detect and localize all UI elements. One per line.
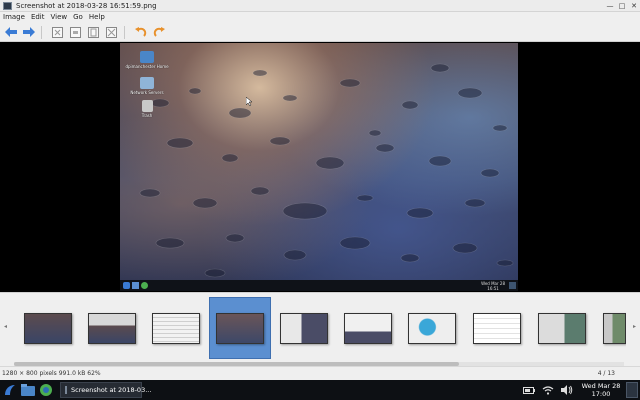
mouse-pointer-icon — [246, 97, 253, 106]
thumbnail[interactable] — [145, 297, 207, 359]
thumbnail[interactable] — [596, 297, 626, 359]
image-position: 4 / 13 — [597, 370, 615, 377]
system-tray: Wed Mar 28 17:00 — [517, 380, 640, 400]
captured-panel: Wed Mar 28 16:51 — [120, 280, 518, 291]
minimize-button[interactable]: — — [606, 0, 614, 12]
file-manager-icon[interactable] — [20, 382, 36, 398]
menu-go[interactable]: Go — [70, 12, 86, 23]
menu-help[interactable]: Help — [86, 12, 108, 23]
menu-bar: Image Edit View Go Help — [0, 12, 640, 23]
rotate-right-icon[interactable] — [151, 25, 166, 40]
thumbnail-image — [280, 312, 328, 344]
captured-browser-icon — [141, 282, 148, 289]
show-desktop-button[interactable] — [626, 382, 638, 398]
home-folder-icon — [140, 51, 154, 63]
desktop-icon-label: dpimanchester Home — [125, 64, 169, 69]
trash-icon — [141, 100, 153, 112]
volume-icon[interactable] — [560, 383, 574, 397]
desktop-icon-label: Trash — [141, 113, 153, 118]
thumbnail[interactable] — [273, 297, 335, 359]
battery-icon[interactable] — [522, 383, 536, 397]
taskbar-clock[interactable]: Wed Mar 28 17:00 — [580, 382, 622, 398]
thumbnail[interactable] — [466, 297, 528, 359]
maximize-button[interactable]: □ — [618, 0, 626, 12]
water-droplets-texture — [139, 63, 514, 278]
menu-image[interactable]: Image — [0, 12, 28, 23]
thumbnail[interactable] — [337, 297, 399, 359]
image-viewer-app-icon — [3, 1, 12, 10]
thumbnail-image — [216, 312, 264, 344]
wifi-icon[interactable] — [541, 383, 555, 397]
captured-launcher-icon — [123, 282, 130, 289]
image-display-area[interactable]: dpimanchester Home Network Servers Trash… — [0, 42, 640, 292]
thumbnail[interactable] — [401, 297, 463, 359]
zoom-fit-icon[interactable] — [50, 25, 65, 40]
thumbnail-image — [408, 312, 456, 344]
image-viewer-task-icon — [65, 386, 67, 394]
clock-time: 17:00 — [591, 390, 611, 398]
web-browser-icon[interactable] — [38, 382, 54, 398]
thumbnail-image — [538, 312, 586, 344]
thumbnail-image — [24, 312, 72, 344]
forward-arrow-icon[interactable] — [21, 25, 36, 40]
network-icon — [140, 77, 154, 89]
back-arrow-icon[interactable] — [3, 25, 18, 40]
captured-show-desktop-icon — [509, 282, 516, 289]
status-bar: 1280 × 800 pixels 991.0 kB 62% 4 / 13 — [0, 366, 640, 380]
clock-day: Wed Mar 28 — [581, 382, 621, 390]
thumbnail-image — [344, 312, 392, 344]
menu-view[interactable]: View — [48, 12, 71, 23]
thumbnail[interactable] — [81, 297, 143, 359]
desktop-icon-label: Network Servers — [130, 90, 164, 95]
thumbnail-image — [473, 312, 521, 344]
scroll-right-icon[interactable]: ▸ — [633, 323, 636, 330]
displayed-image[interactable]: dpimanchester Home Network Servers Trash… — [120, 43, 518, 291]
captured-folder-icon — [132, 282, 139, 289]
captured-clock-time: 16:51 — [487, 286, 499, 291]
image-info: 1280 × 800 pixels 991.0 kB 62% — [2, 370, 101, 377]
zoom-in-icon[interactable] — [86, 25, 101, 40]
title-bar[interactable]: Screenshot at 2018-03-28 16:51:59.png — … — [0, 0, 640, 12]
desktop-icon-network[interactable]: Network Servers — [120, 77, 177, 95]
toolbar — [0, 23, 640, 42]
thumbnail-selected[interactable] — [209, 297, 271, 359]
window-controls: — □ ✕ — [606, 0, 638, 12]
thumbnail-strip: ◂ ▸ — [0, 292, 640, 366]
close-button[interactable]: ✕ — [630, 0, 638, 12]
thumbnail[interactable] — [531, 297, 593, 359]
taskbar: Screenshot at 2018-03... Wed Mar 28 17:0… — [0, 380, 640, 400]
task-image-viewer[interactable]: Screenshot at 2018-03... — [60, 382, 151, 398]
thumbnail-image — [603, 312, 626, 344]
menu-edit[interactable]: Edit — [28, 12, 48, 23]
task-label: Screenshot at 2018-03... — [71, 386, 152, 394]
window-title: Screenshot at 2018-03-28 16:51:59.png — [16, 1, 157, 10]
thumbnail[interactable] — [17, 297, 79, 359]
scroll-left-icon[interactable]: ◂ — [4, 323, 7, 330]
thumbnail-image — [152, 312, 200, 344]
toolbar-separator — [41, 25, 42, 39]
start-menu-icon[interactable] — [2, 382, 18, 398]
desktop-icon-home[interactable]: dpimanchester Home — [120, 51, 177, 69]
desktop-icon-trash[interactable]: Trash — [120, 100, 177, 118]
fullscreen-icon[interactable] — [104, 25, 119, 40]
image-viewer-window: Screenshot at 2018-03-28 16:51:59.png — … — [0, 0, 640, 380]
thumbnail-image — [88, 312, 136, 344]
captured-clock: Wed Mar 28 16:51 — [481, 280, 505, 291]
rotate-left-icon[interactable] — [133, 25, 148, 40]
zoom-original-icon[interactable] — [68, 25, 83, 40]
toolbar-separator — [124, 25, 125, 39]
